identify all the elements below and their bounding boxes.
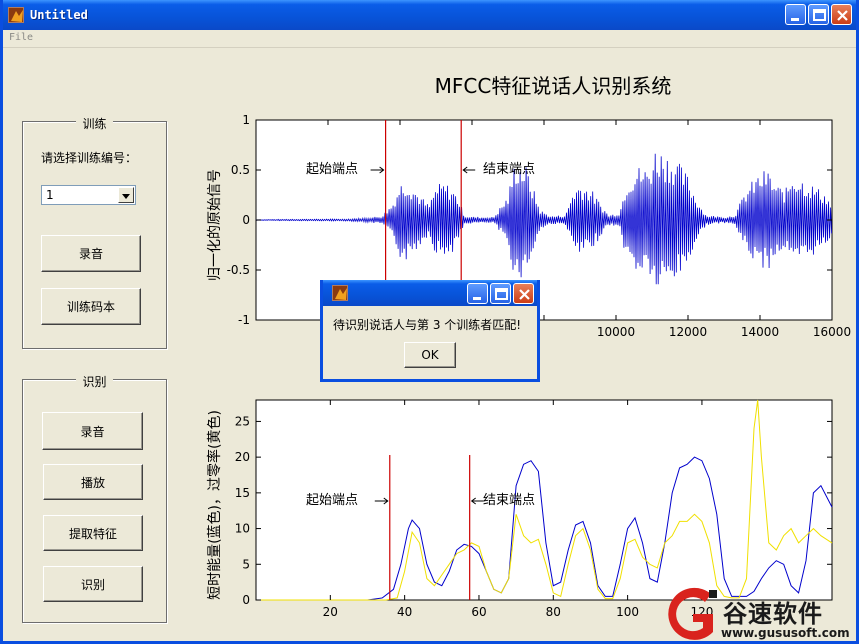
close-icon xyxy=(837,10,848,21)
train-panel-title: 训练 xyxy=(76,117,113,131)
dialog-maximize-button[interactable] xyxy=(490,283,511,304)
train-codebook-button[interactable]: 训练码本 xyxy=(41,288,141,325)
main-window: Untitled File MFCC特征说话人识别系统 训练 请选择训练编号： … xyxy=(0,0,859,644)
maximize-button[interactable] xyxy=(808,4,829,25)
x-tick-label: 10000 xyxy=(597,325,635,339)
y-tick-label: 20 xyxy=(235,450,250,464)
x-tick-label: 12000 xyxy=(669,325,707,339)
train-select-value: 1 xyxy=(46,188,54,202)
start-point-annotation-2: 起始端点 xyxy=(306,493,358,508)
menu-file[interactable]: File xyxy=(9,32,33,43)
maximize-icon xyxy=(813,9,826,21)
maximize-icon xyxy=(495,288,508,300)
dialog-minimize-button[interactable] xyxy=(467,283,488,304)
result-dialog: 待识别说话人与第 3 个训练者匹配! OK xyxy=(320,280,540,382)
y-tick-label: -0.5 xyxy=(227,263,250,277)
train-record-button[interactable]: 录音 xyxy=(41,235,141,272)
y-tick-label: 25 xyxy=(235,414,250,428)
close-icon xyxy=(519,289,530,300)
chevron-down-icon xyxy=(122,194,130,199)
title-bar[interactable]: Untitled xyxy=(3,0,856,30)
x-tick-label: 14000 xyxy=(741,325,779,339)
play-button[interactable]: 播放 xyxy=(43,464,143,500)
energy-ylabel: 短时能量(蓝色)，过零率(黄色) xyxy=(206,410,223,600)
brand-watermark: 谷速软件 www.gususoft.com xyxy=(663,586,859,644)
dropdown-arrow-button[interactable] xyxy=(118,187,134,203)
end-point-annotation: 结束端点 xyxy=(483,162,535,177)
dialog-close-button[interactable] xyxy=(513,283,534,304)
menu-bar: File xyxy=(3,30,856,48)
extract-features-button[interactable]: 提取特征 xyxy=(43,515,143,551)
minimize-icon xyxy=(473,297,481,300)
x-tick-label: 20 xyxy=(323,605,338,619)
y-tick-label: 1 xyxy=(242,113,250,127)
y-tick-label: 15 xyxy=(235,486,250,500)
brand-name: 谷速软件 xyxy=(723,600,823,628)
train-select-label: 请选择训练编号： xyxy=(41,151,138,165)
y-tick-label: 0 xyxy=(242,593,250,607)
x-tick-label: 40 xyxy=(397,605,412,619)
close-button[interactable] xyxy=(831,4,852,25)
dialog-matlab-icon xyxy=(332,285,348,301)
y-tick-label: 10 xyxy=(235,522,250,536)
minimize-button[interactable] xyxy=(785,4,806,25)
end-point-annotation-2: 结束端点 xyxy=(483,493,535,508)
y-tick-label: 5 xyxy=(242,557,250,571)
recog-record-button[interactable]: 录音 xyxy=(42,412,143,450)
dialog-ok-button[interactable]: OK xyxy=(404,342,456,368)
x-tick-label: 80 xyxy=(546,605,561,619)
brand-logo-icon xyxy=(668,587,717,640)
start-point-annotation: 起始端点 xyxy=(306,162,358,177)
dialog-message: 待识别说话人与第 3 个训练者匹配! xyxy=(333,318,522,332)
waveform-ylabel: 归一化的原始信号 xyxy=(206,169,223,281)
x-tick-label: 100 xyxy=(616,605,639,619)
minimize-icon xyxy=(791,18,799,21)
y-tick-label: 0.5 xyxy=(231,163,250,177)
page-title: MFCC特征说话人识别系统 xyxy=(434,74,672,98)
matlab-icon xyxy=(8,7,24,23)
y-tick-label: 0 xyxy=(242,213,250,227)
y-tick-label: -1 xyxy=(238,313,250,327)
dialog-title-bar[interactable] xyxy=(323,280,537,306)
brand-url: www.gususoft.com xyxy=(721,626,850,640)
x-tick-label: 60 xyxy=(471,605,486,619)
recognize-button[interactable]: 识别 xyxy=(43,566,143,602)
train-number-select[interactable]: 1 xyxy=(41,185,136,205)
recog-panel-title: 识别 xyxy=(76,375,113,389)
x-tick-label: 16000 xyxy=(813,325,851,339)
window-title: Untitled xyxy=(30,8,88,22)
